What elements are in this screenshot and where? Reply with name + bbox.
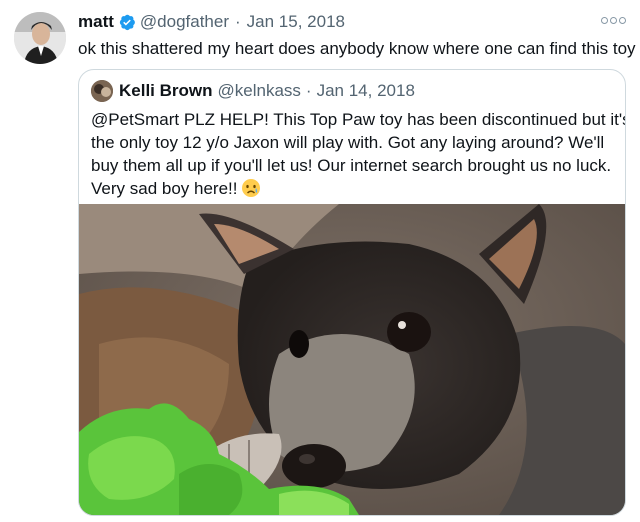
quoted-text-line: @PetSmart PLZ HELP! This Top Paw toy has… xyxy=(91,110,626,129)
quoted-tweet[interactable]: Kelli Brown @kelnkass · Jan 14, 2018 @Pe… xyxy=(78,69,626,516)
separator-dot: · xyxy=(235,12,241,31)
quoted-text-line: buy them all up if you'll let us! Our in… xyxy=(91,156,612,175)
crying-face-icon xyxy=(241,178,261,198)
tweet-header: matt @dogfather · Jan 15, 2018 xyxy=(78,11,626,33)
quoted-tweet-date: Jan 14, 2018 xyxy=(316,81,415,100)
quoted-text-line-end: Very sad boy here!! xyxy=(91,179,238,198)
quoted-separator-dot: · xyxy=(305,81,312,100)
more-options-icon[interactable] xyxy=(601,17,626,24)
tweet-text: ok this shattered my heart does anybody … xyxy=(78,39,636,58)
tweet-date[interactable]: Jan 15, 2018 xyxy=(247,12,345,32)
quoted-tweet-header: Kelli Brown @kelnkass · Jan 14, 2018 xyxy=(91,80,415,102)
quoted-author-name[interactable]: Kelli Brown xyxy=(119,81,213,101)
quoted-author-handle[interactable]: @kelnkass xyxy=(218,81,301,101)
verified-badge-icon xyxy=(118,13,136,31)
quoted-tweet-text: @PetSmart PLZ HELP! This Top Paw toy has… xyxy=(91,108,626,200)
quoted-author-avatar[interactable] xyxy=(91,80,113,102)
author-avatar[interactable] xyxy=(14,12,66,64)
author-name[interactable]: matt xyxy=(78,12,114,32)
quoted-tweet-photo[interactable] xyxy=(79,204,625,515)
author-handle[interactable]: @dogfather xyxy=(140,12,229,32)
quoted-text-line: the only toy 12 y/o Jaxon will play with… xyxy=(91,133,605,152)
quoted-text-line: Very sad boy here!! xyxy=(91,177,621,200)
